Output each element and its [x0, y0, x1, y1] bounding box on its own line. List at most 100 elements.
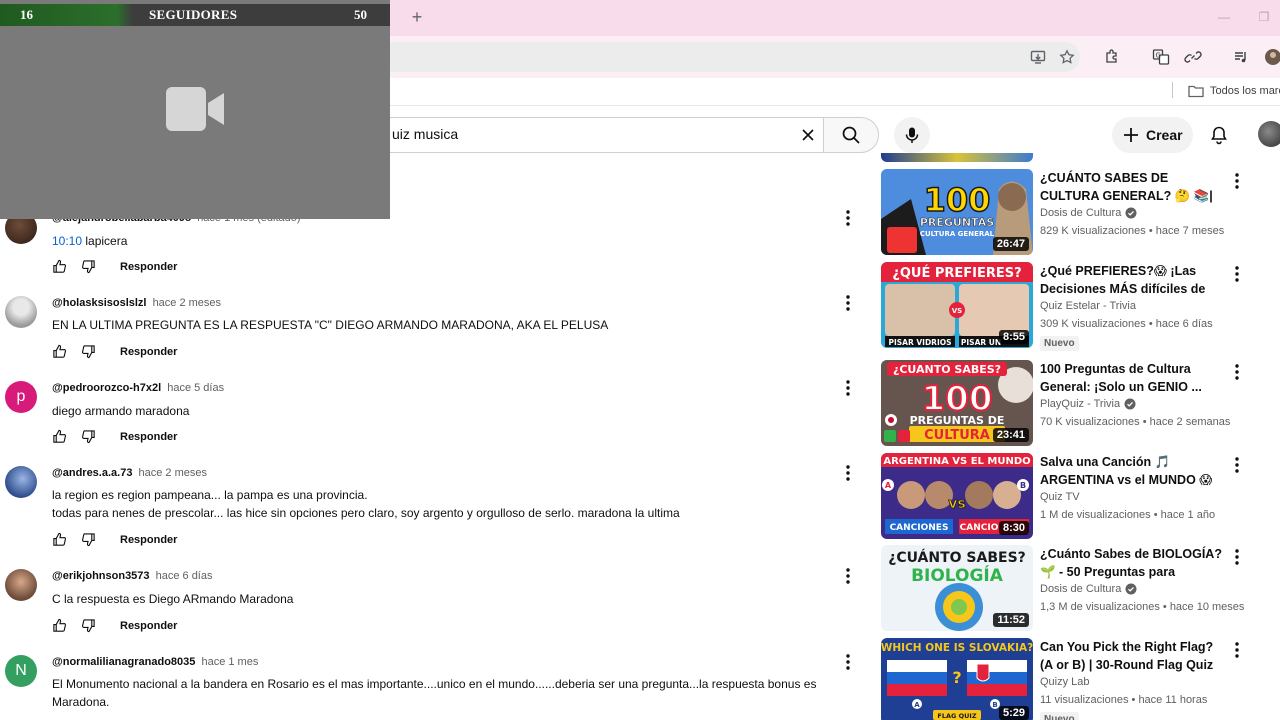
recommendation-title[interactable]: Salva una Canción 🎵 ARGENTINA vs el MUND… [1040, 453, 1225, 489]
recommendation-thumbnail[interactable]: WHICH ONE IS SLOVAKIA? ? A B FLAG QUIZ 5… [881, 638, 1033, 720]
comment-time[interactable]: hace 2 meses [153, 297, 221, 309]
reply-button[interactable]: Responder [120, 346, 177, 358]
comment-author[interactable]: @pedroorozco-h7x2l [52, 382, 161, 394]
recommendation-more-icon[interactable] [1229, 640, 1245, 660]
recommendation-thumbnail-partial[interactable] [881, 153, 1033, 162]
recommendation-thumbnail[interactable]: 100 PREGUNTAS CULTURA GENERAL 26:47 [881, 169, 1033, 255]
channel-name[interactable]: Quizy Lab [1040, 676, 1090, 688]
channel-name[interactable]: Dosis de Cultura [1040, 583, 1121, 595]
recommendation-item[interactable]: ¿CUÁNTO SABES? BIOLOGÍA 11:52 ¿Cuánto Sa… [881, 545, 1271, 631]
comment-time[interactable]: hace 5 días [167, 382, 224, 394]
bookmarks-all-folder[interactable]: Todos los marc [1188, 84, 1280, 98]
recommendation-more-icon[interactable] [1229, 455, 1245, 475]
comment-more-icon[interactable] [840, 566, 856, 586]
view-count: 1,3 M de visualizaciones [1040, 601, 1160, 613]
followers-title: SEGUIDORES [149, 7, 238, 22]
reply-button[interactable]: Responder [120, 431, 177, 443]
recommendation-title[interactable]: ¿Cuánto Sabes de BIOLOGÍA? 🌱 - 50 Pregun… [1040, 545, 1225, 581]
dislike-icon[interactable] [81, 618, 96, 633]
recommendation-thumbnail[interactable]: VS ¿QUÉ PREFIERES? PISAR VIDRIOS PISAR U… [881, 262, 1033, 348]
voice-search-button[interactable] [894, 117, 930, 153]
comment-author[interactable]: @erikjohnson3573 [52, 570, 150, 582]
comment-author[interactable]: @andres.a.a.73 [52, 467, 132, 479]
recommendation-thumbnail[interactable]: ARGENTINA VS EL MUNDO vs A B CANCIONES C… [881, 453, 1033, 539]
like-icon[interactable] [52, 532, 67, 547]
address-bar[interactable] [380, 42, 1080, 72]
profile-avatar-icon[interactable] [1262, 46, 1280, 68]
bookmark-star-icon[interactable] [1056, 46, 1078, 68]
recommendation-title[interactable]: ¿Qué PREFIERES?😱 ¡Las Decisiones MÁS dif… [1040, 262, 1225, 298]
recommendation-item[interactable]: ¿CUANTO SABES? 100 PREGUNTAS DE CULTURA … [881, 360, 1271, 446]
comment-more-icon[interactable] [840, 293, 856, 313]
recommendation-item[interactable]: ARGENTINA VS EL MUNDO vs A B CANCIONES C… [881, 453, 1271, 539]
comment-more-icon[interactable] [840, 463, 856, 483]
recommendation-channel[interactable]: Quiz Estelar - Trivia [1040, 300, 1136, 312]
upload-age: hace 10 meses [1169, 601, 1245, 613]
comment-author[interactable]: @normalilianagranado8035 [52, 656, 195, 668]
dislike-icon[interactable] [81, 532, 96, 547]
recommendation-channel[interactable]: Quiz TV [1040, 491, 1080, 503]
comment-author[interactable]: @holasksisoslslzl [52, 297, 147, 309]
comment-avatar[interactable] [5, 569, 37, 601]
link-icon[interactable] [1182, 46, 1204, 68]
thumb-text-left: CANCIONES [890, 523, 949, 533]
channel-name[interactable]: Quiz Estelar - Trivia [1040, 300, 1136, 312]
comment-avatar[interactable]: p [5, 381, 37, 413]
dislike-icon[interactable] [81, 429, 96, 444]
install-app-icon[interactable] [1027, 46, 1049, 68]
comment-time[interactable]: hace 2 meses [139, 467, 207, 479]
search-input[interactable]: uiz musica [392, 126, 458, 142]
recommendation-channel[interactable]: PlayQuiz - Trivia [1040, 398, 1136, 410]
comment-avatar[interactable] [5, 296, 37, 328]
new-tab-icon[interactable]: + [408, 8, 426, 26]
video-duration: 23:41 [992, 428, 1029, 442]
recommendation-thumbnail[interactable]: ¿CUÁNTO SABES? BIOLOGÍA 11:52 [881, 545, 1033, 631]
like-icon[interactable] [52, 618, 67, 633]
extensions-icon[interactable] [1101, 46, 1123, 68]
recommendation-item[interactable]: VS ¿QUÉ PREFIERES? PISAR VIDRIOS PISAR U… [881, 262, 1271, 351]
recommendation-more-icon[interactable] [1229, 171, 1245, 191]
media-queue-icon[interactable] [1230, 46, 1252, 68]
recommendation-more-icon[interactable] [1229, 264, 1245, 284]
verified-badge-icon [1125, 583, 1137, 595]
channel-name[interactable]: Dosis de Cultura [1040, 207, 1121, 219]
recommendation-title[interactable]: 100 Preguntas de Cultura General: ¡Solo … [1040, 360, 1225, 396]
recommendation-title[interactable]: ¿CUÁNTO SABES DE CULTURA GENERAL? 🤔 📚| A… [1040, 169, 1225, 205]
comment-more-icon[interactable] [840, 652, 856, 672]
comment-avatar[interactable]: N [5, 655, 37, 687]
recommendation-channel[interactable]: Quizy Lab [1040, 676, 1090, 688]
recommendation-item[interactable]: 100 PREGUNTAS CULTURA GENERAL 26:47 ¿CUÁ… [881, 169, 1271, 255]
recommendation-channel[interactable]: Dosis de Cultura [1040, 583, 1137, 595]
comment-more-icon[interactable] [840, 208, 856, 228]
reply-button[interactable]: Responder [120, 620, 177, 632]
like-icon[interactable] [52, 429, 67, 444]
channel-name[interactable]: Quiz TV [1040, 491, 1080, 503]
search-button[interactable] [823, 117, 879, 153]
channel-name[interactable]: PlayQuiz - Trivia [1040, 398, 1120, 410]
like-icon[interactable] [52, 344, 67, 359]
reply-button[interactable]: Responder [120, 534, 177, 546]
recommendation-more-icon[interactable] [1229, 547, 1245, 567]
comment-header: @pedroorozco-h7x2l hace 5 días [52, 382, 224, 394]
minimize-icon[interactable]: — [1216, 9, 1232, 25]
dislike-icon[interactable] [81, 259, 96, 274]
recommendation-channel[interactable]: Dosis de Cultura [1040, 207, 1137, 219]
restore-icon[interactable]: ❐ [1256, 9, 1272, 25]
like-icon[interactable] [52, 259, 67, 274]
create-button[interactable]: Crear [1112, 117, 1193, 153]
dislike-icon[interactable] [81, 344, 96, 359]
comment-time[interactable]: hace 6 días [156, 570, 213, 582]
recommendation-title[interactable]: Can You Pick the Right Flag? (A or B) | … [1040, 638, 1225, 674]
recommendation-thumbnail[interactable]: ¿CUANTO SABES? 100 PREGUNTAS DE CULTURA … [881, 360, 1033, 446]
comment-avatar[interactable] [5, 466, 37, 498]
comment-timestamp-link[interactable]: 10:10 [52, 234, 82, 248]
account-avatar[interactable] [1258, 121, 1280, 147]
translate-icon[interactable]: G [1150, 46, 1172, 68]
reply-button[interactable]: Responder [120, 261, 177, 273]
recommendation-more-icon[interactable] [1229, 362, 1245, 382]
comment-more-icon[interactable] [840, 378, 856, 398]
comment-time[interactable]: hace 1 mes [201, 656, 258, 668]
notifications-bell-icon[interactable] [1207, 123, 1231, 147]
clear-search-icon[interactable] [797, 124, 819, 146]
recommendation-item[interactable]: WHICH ONE IS SLOVAKIA? ? A B FLAG QUIZ 5… [881, 638, 1271, 720]
